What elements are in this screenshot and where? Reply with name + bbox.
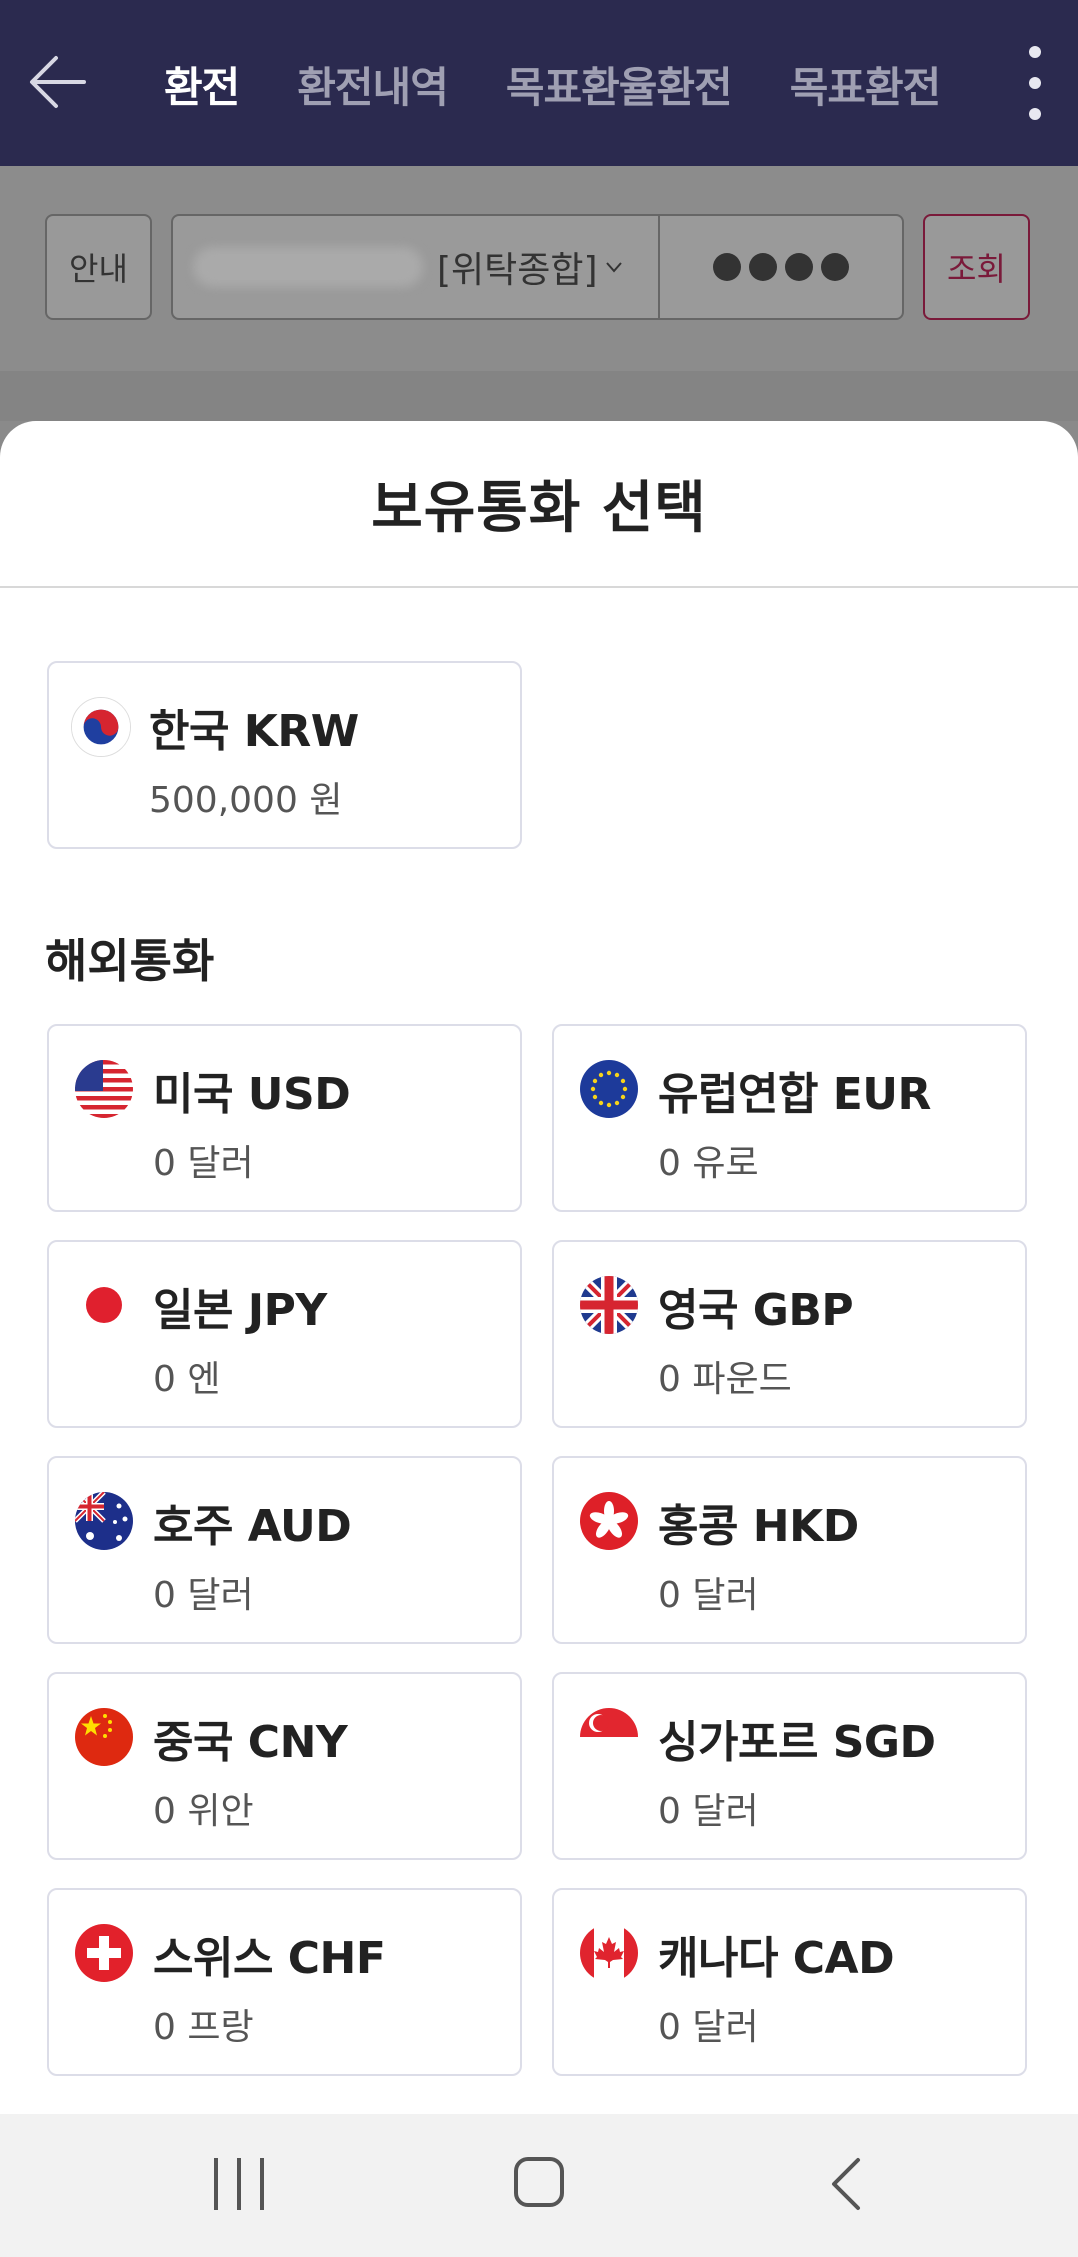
- top-app-bar: 환전 환전내역 목표환율환전 목표환전: [0, 0, 1078, 166]
- password-dot: [749, 253, 777, 281]
- currency-amount: 0 엔: [153, 1359, 221, 1400]
- chevron-down-icon: [605, 262, 622, 273]
- tab-target-exchange[interactable]: 목표환전: [790, 54, 942, 115]
- currency-name: 중국 CNY: [153, 1717, 348, 1768]
- currency-name: 스위스 CHF: [153, 1933, 386, 1984]
- home-icon[interactable]: [514, 2157, 564, 2207]
- account-select[interactable]: [위탁종합]: [171, 214, 658, 320]
- currency-card-cny[interactable]: 중국 CNY 0 위안: [47, 1672, 522, 1860]
- currency-card-chf[interactable]: 스위스 CHF 0 프랑: [47, 1888, 522, 2076]
- guide-button[interactable]: 안내: [45, 214, 152, 320]
- currency-name: 캐나다 CAD: [658, 1933, 895, 1984]
- password-field[interactable]: [658, 214, 904, 320]
- au-flag-icon: [75, 1492, 133, 1550]
- currency-card-eur[interactable]: 유럽연합 EUR 0 유로: [552, 1024, 1027, 1212]
- system-nav-bar: [0, 2114, 1078, 2257]
- ca-flag-icon: [580, 1924, 638, 1982]
- currency-amount: 0 달러: [658, 2007, 759, 2048]
- currency-name: 홍콩 HKD: [658, 1501, 859, 1552]
- currency-card-sgd[interactable]: 싱가포르 SGD 0 달러: [552, 1672, 1027, 1860]
- account-section: 안내 [위탁종합] 조회: [0, 166, 1078, 421]
- back-arrow-icon[interactable]: [26, 50, 90, 114]
- gb-flag-icon: [580, 1276, 638, 1334]
- kr-flag-icon: [71, 697, 131, 757]
- password-dot: [785, 253, 813, 281]
- tab-bar: 환전 환전내역 목표환율환전 목표환전: [164, 52, 998, 116]
- jp-flag-icon: [75, 1276, 133, 1334]
- password-dot: [713, 253, 741, 281]
- recent-apps-icon[interactable]: [214, 2158, 264, 2210]
- currency-select-sheet: 보유통화 선택 한국 KRW 500,000 원 해외통화 미국 USD 0 달…: [0, 421, 1078, 2114]
- currency-card-usd[interactable]: 미국 USD 0 달러: [47, 1024, 522, 1212]
- currency-card-gbp[interactable]: 영국 GBP 0 파운드: [552, 1240, 1027, 1428]
- currency-card-hkd[interactable]: 홍콩 HKD 0 달러: [552, 1456, 1027, 1644]
- tab-exchange-history[interactable]: 환전내역: [297, 54, 449, 115]
- masked-account-number: [193, 247, 423, 287]
- tab-exchange[interactable]: 환전: [164, 54, 240, 115]
- currency-amount: 500,000 원: [149, 780, 343, 821]
- tab-target-rate-exchange[interactable]: 목표환율환전: [506, 54, 733, 115]
- password-dot: [821, 253, 849, 281]
- eu-flag-icon: [580, 1060, 638, 1118]
- more-menu-icon[interactable]: [1020, 46, 1050, 120]
- back-chevron-icon[interactable]: [826, 2156, 866, 2212]
- currency-amount: 0 달러: [658, 1791, 759, 1832]
- currency-card-cad[interactable]: 캐나다 CAD 0 달러: [552, 1888, 1027, 2076]
- currency-amount: 0 파운드: [658, 1359, 792, 1400]
- currency-card-aud[interactable]: 호주 AUD 0 달러: [47, 1456, 522, 1644]
- query-button[interactable]: 조회: [923, 214, 1030, 320]
- currency-amount: 0 프랑: [153, 2007, 254, 2048]
- currency-amount: 0 달러: [658, 1575, 759, 1616]
- hk-flag-icon: [580, 1492, 638, 1550]
- foreign-currency-heading: 해외통화: [45, 934, 215, 988]
- currency-name: 호주 AUD: [153, 1501, 352, 1552]
- currency-amount: 0 달러: [153, 1143, 254, 1184]
- currency-name: 영국 GBP: [658, 1285, 854, 1336]
- sheet-title: 보유통화 선택: [0, 421, 1078, 588]
- us-flag-icon: [75, 1060, 133, 1118]
- currency-name: 일본 JPY: [153, 1285, 327, 1336]
- currency-amount: 0 달러: [153, 1575, 254, 1616]
- sg-flag-icon: [580, 1708, 638, 1766]
- account-type-label: [위탁종합]: [437, 250, 598, 291]
- divider: [0, 371, 1078, 421]
- currency-card-jpy[interactable]: 일본 JPY 0 엔: [47, 1240, 522, 1428]
- currency-amount: 0 위안: [153, 1791, 254, 1832]
- currency-amount: 0 유로: [658, 1143, 759, 1184]
- currency-name: 유럽연합 EUR: [658, 1069, 931, 1120]
- currency-name: 싱가포르 SGD: [658, 1717, 936, 1768]
- currency-name: 미국 USD: [153, 1069, 351, 1120]
- cn-flag-icon: [75, 1708, 133, 1766]
- currency-card-krw[interactable]: 한국 KRW 500,000 원: [47, 661, 522, 849]
- currency-name: 한국 KRW: [149, 706, 359, 757]
- ch-flag-icon: [75, 1924, 133, 1982]
